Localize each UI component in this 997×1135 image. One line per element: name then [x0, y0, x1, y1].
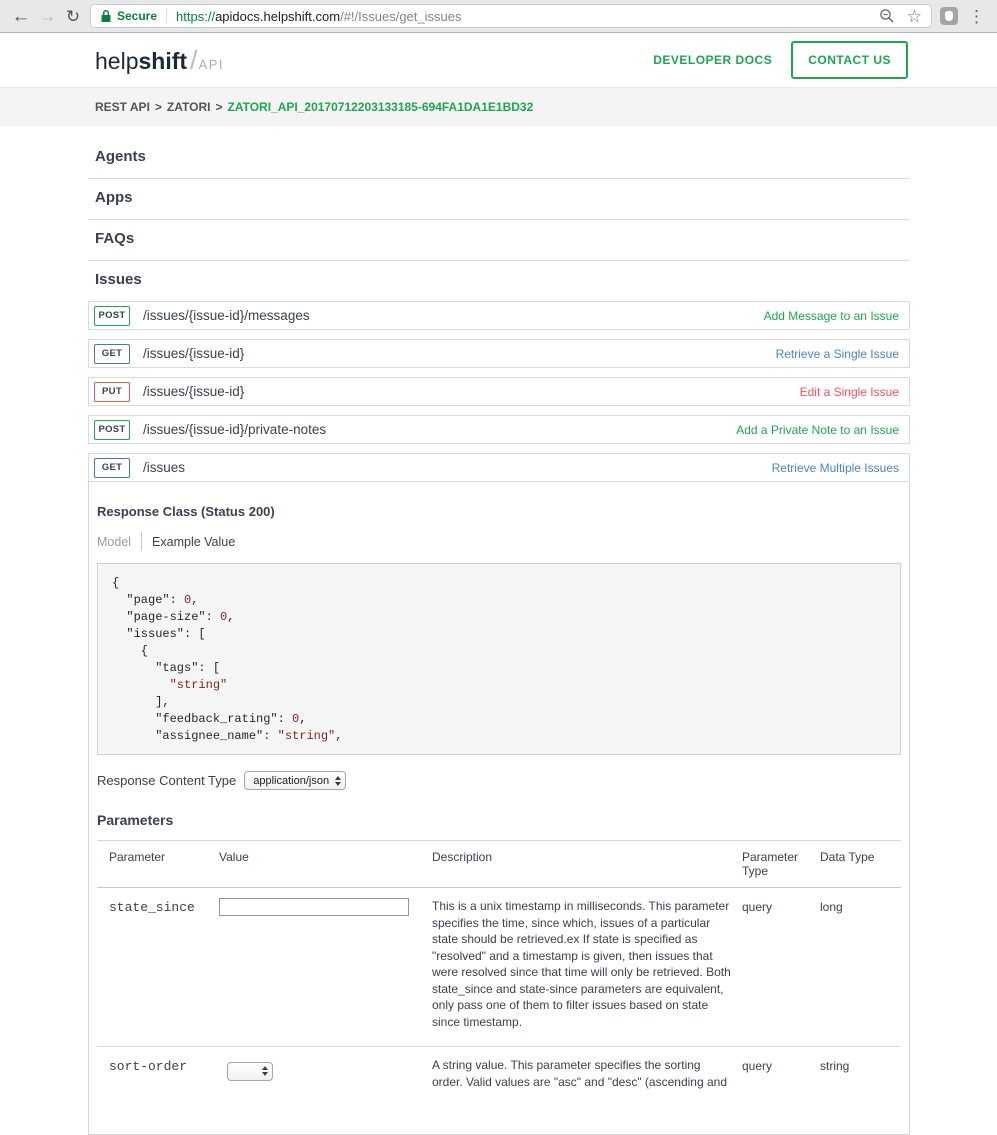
section-apps[interactable]: Apps: [95, 189, 910, 206]
breadcrumb-current[interactable]: ZATORI_API_20170712203133185-694FA1DA1E1…: [228, 100, 534, 114]
extension-icon[interactable]: [940, 7, 958, 25]
endpoint-summary-link[interactable]: Retrieve Multiple Issues: [772, 461, 899, 475]
col-header-parameter-type: Parameter Type: [742, 850, 820, 878]
browser-chrome: ← → ↻ Secure https://apidocs.helpshift.c…: [0, 0, 997, 33]
url-domain: apidocs.helpshift.com: [215, 9, 340, 24]
method-badge-post: POST: [94, 420, 130, 440]
parameter-description: This is a unix timestamp in milliseconds…: [432, 898, 742, 1030]
tab-model[interactable]: Model: [97, 535, 141, 549]
endpoint-row-put-issue[interactable]: PUT /issues/{issue-id} Edit a Single Iss…: [88, 377, 910, 406]
lock-icon: [100, 9, 112, 23]
state-since-input[interactable]: [219, 898, 409, 916]
breadcrumb-separator: >: [215, 100, 222, 114]
omnibox-divider: [166, 8, 167, 24]
method-badge-post: POST: [94, 306, 130, 326]
response-class-title: Response Class (Status 200): [97, 504, 901, 519]
method-badge-get: GET: [94, 344, 130, 364]
parameter-name: sort-order: [97, 1057, 219, 1074]
example-json-block: { "page": 0, "page-size": 0, "issues": […: [97, 563, 901, 755]
endpoint-row-get-issue[interactable]: GET /issues/{issue-id} Retrieve a Single…: [88, 339, 910, 368]
breadcrumb-separator: >: [155, 100, 162, 114]
operation-panel-get-issues: Response Class (Status 200) Model Exampl…: [88, 482, 910, 1135]
contact-us-button[interactable]: CONTACT US: [791, 41, 908, 79]
response-content-type-label: Response Content Type: [97, 773, 236, 788]
selected-content-type: application/json: [253, 775, 329, 787]
col-header-value: Value: [219, 850, 432, 864]
endpoint-summary-link[interactable]: Retrieve a Single Issue: [776, 347, 899, 361]
select-arrows-icon: [262, 1066, 268, 1076]
data-type: string: [820, 1057, 901, 1073]
section-agents[interactable]: Agents: [95, 148, 910, 165]
bookmark-star-icon[interactable]: ☆: [907, 8, 922, 25]
extension-glyph: [945, 11, 953, 21]
endpoint-row-post-private-notes[interactable]: POST /issues/{issue-id}/private-notes Ad…: [88, 415, 910, 444]
url-text: https://apidocs.helpshift.com/#!/Issues/…: [176, 9, 461, 24]
parameter-type: query: [742, 1057, 820, 1073]
col-header-data-type: Data Type: [820, 850, 901, 864]
breadcrumb-rest-api[interactable]: REST API: [95, 100, 150, 114]
section-issues[interactable]: Issues: [95, 271, 910, 288]
parameters-table-header: Parameter Value Description Parameter Ty…: [97, 840, 901, 888]
secure-badge: Secure: [117, 9, 157, 23]
method-badge-put: PUT: [94, 382, 130, 402]
logo-help: help: [95, 48, 138, 75]
parameter-description: A string value. This parameter specifies…: [432, 1057, 742, 1090]
logo-api: API: [199, 57, 224, 72]
response-tabs: Model Example Value: [97, 532, 901, 551]
developer-docs-link[interactable]: DEVELOPER DOCS: [653, 53, 772, 67]
breadcrumb: REST API > ZATORI > ZATORI_API_201707122…: [0, 88, 997, 126]
endpoint-path: /issues/{issue-id}/private-notes: [143, 422, 326, 437]
browser-menu-icon[interactable]: ⋮: [968, 8, 985, 25]
section-faqs[interactable]: FAQs: [95, 230, 910, 247]
logo-shift: shift: [138, 48, 187, 75]
endpoint-path: /issues/{issue-id}/messages: [143, 308, 310, 323]
url-scheme: https://: [176, 9, 215, 24]
endpoint-path: /issues/{issue-id}: [143, 346, 244, 361]
col-header-description: Description: [432, 850, 742, 864]
parameter-type: query: [742, 898, 820, 914]
endpoint-path: /issues/{issue-id}: [143, 384, 244, 399]
parameter-row-state-since: state_since This is a unix timestamp in …: [97, 888, 901, 1047]
tab-example-value[interactable]: Example Value: [142, 535, 235, 549]
endpoint-list: POST /issues/{issue-id}/messages Add Mes…: [88, 301, 910, 1135]
endpoint-row-post-messages[interactable]: POST /issues/{issue-id}/messages Add Mes…: [88, 301, 910, 330]
endpoint-summary-link[interactable]: Add Message to an Issue: [764, 309, 899, 323]
sort-order-select[interactable]: [227, 1062, 273, 1081]
forward-icon[interactable]: →: [34, 7, 60, 26]
logo-slash: /: [190, 45, 198, 76]
reload-icon[interactable]: ↻: [60, 8, 86, 25]
site-header: helpshift/API DEVELOPER DOCS CONTACT US: [0, 33, 997, 88]
back-icon[interactable]: ←: [8, 7, 34, 26]
breadcrumb-zatori[interactable]: ZATORI: [167, 100, 211, 114]
endpoint-summary-link[interactable]: Add a Private Note to an Issue: [736, 423, 899, 437]
response-content-type-select[interactable]: application/json: [244, 771, 346, 790]
parameter-name: state_since: [97, 898, 219, 915]
endpoint-summary-link[interactable]: Edit a Single Issue: [800, 385, 899, 399]
method-badge-get: GET: [94, 458, 130, 478]
main-content: Agents Apps FAQs Issues POST /issues/{is…: [0, 126, 997, 1135]
col-header-parameter: Parameter: [97, 850, 219, 864]
helpshift-logo[interactable]: helpshift/API: [95, 45, 224, 76]
zoom-out-icon[interactable]: [879, 8, 895, 24]
parameter-row-sort-order: sort-order A string value. This paramete…: [97, 1047, 901, 1106]
url-path: /#!/Issues/get_issues: [340, 9, 461, 24]
endpoint-row-get-issues[interactable]: GET /issues Retrieve Multiple Issues: [88, 453, 910, 482]
data-type: long: [820, 898, 901, 914]
url-bar[interactable]: Secure https://apidocs.helpshift.com/#!/…: [90, 4, 932, 28]
endpoint-path: /issues: [143, 460, 185, 475]
parameters-title: Parameters: [97, 812, 901, 828]
select-arrows-icon: [335, 776, 341, 786]
